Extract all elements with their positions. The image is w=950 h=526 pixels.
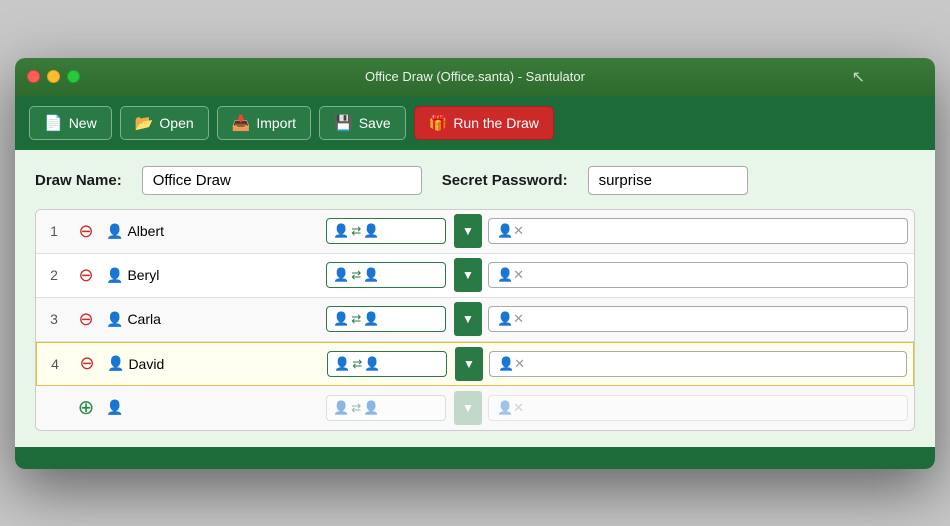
person-icon-2: 👤 xyxy=(106,267,123,284)
row-number-1: 1 xyxy=(36,223,72,239)
name-field-wrap-4: 👤 xyxy=(101,351,321,376)
new-button[interactable]: 📄 New xyxy=(29,106,112,140)
exclusion-dropdown-3[interactable]: ▼ xyxy=(454,302,482,336)
excl-person-left-4: 👤 xyxy=(334,356,350,372)
content-area: Draw Name: Secret Password: 1 ⊖ 👤 👤 ⇄ 👤 xyxy=(15,150,935,447)
minimize-button[interactable] xyxy=(47,70,60,83)
excl-person-left-3: 👤 xyxy=(333,311,349,327)
remove-button-3[interactable]: ⊖ xyxy=(72,305,100,333)
cursor-icon: ↖ xyxy=(852,67,865,87)
save-button[interactable]: 💾 Save xyxy=(319,106,406,140)
add-participant-button[interactable]: ⊕ xyxy=(72,394,100,422)
excl-person-right-4: 👤 xyxy=(364,356,380,372)
exclusion-dropdown-1[interactable]: ▼ xyxy=(454,214,482,248)
excl-arrow-1: ⇄ xyxy=(351,224,361,238)
add-participant-row: ⊕ 👤 👤 ⇄ 👤 ▼ 👤✕ xyxy=(36,386,914,430)
excl-x-icon-4: 👤✕ xyxy=(498,356,525,372)
exclusion-wrap-2: 👤 ⇄ 👤 xyxy=(326,262,446,288)
new-exclusion-detail: 👤✕ xyxy=(488,395,908,421)
exclusion-detail-1: 👤✕ xyxy=(488,218,908,244)
remove-button-4[interactable]: ⊖ xyxy=(73,350,101,378)
excl-arrow-2: ⇄ xyxy=(351,268,361,282)
import-label: Import xyxy=(256,115,296,131)
excl-x-icon-3: 👤✕ xyxy=(497,311,524,327)
save-label: Save xyxy=(359,115,391,131)
new-excl-arrow: ⇄ xyxy=(351,401,361,415)
draw-settings-row: Draw Name: Secret Password: xyxy=(35,166,915,195)
password-input[interactable] xyxy=(588,166,748,195)
draw-name-label: Draw Name: xyxy=(35,172,122,189)
open-label: Open xyxy=(159,115,193,131)
title-bar: Office Draw (Office.santa) - Santulator … xyxy=(15,58,935,96)
save-icon: 💾 xyxy=(334,114,353,132)
excl-arrow-3: ⇄ xyxy=(351,312,361,326)
draw-name-input[interactable] xyxy=(142,166,422,195)
toolbar: 📄 New 📂 Open 📥 Import 💾 Save 🎁 Run the D… xyxy=(15,96,935,150)
run-draw-label: Run the Draw xyxy=(453,115,539,131)
new-excl-person-left: 👤 xyxy=(333,400,349,416)
excl-person-right-3: 👤 xyxy=(363,311,379,327)
maximize-button[interactable] xyxy=(67,70,80,83)
name-field-wrap-2: 👤 xyxy=(100,263,320,288)
row-number-4: 4 xyxy=(37,356,73,372)
name-input-4[interactable] xyxy=(128,356,308,372)
ghost-person-icon: 👤 xyxy=(106,399,123,416)
exclusion-detail-3: 👤✕ xyxy=(488,306,908,332)
run-draw-button[interactable]: 🎁 Run the Draw xyxy=(414,106,554,140)
row-number-2: 2 xyxy=(36,267,72,283)
person-icon-4: 👤 xyxy=(107,355,124,372)
excl-arrow-4: ⇄ xyxy=(352,357,362,371)
excl-x-icon-1: 👤✕ xyxy=(497,223,524,239)
import-icon: 📥 xyxy=(232,114,251,132)
excl-person-left-2: 👤 xyxy=(333,267,349,283)
gift-icon: 🎁 xyxy=(429,114,448,132)
name-input-2[interactable] xyxy=(127,267,307,283)
exclusion-detail-4: 👤✕ xyxy=(489,351,907,377)
table-row: 1 ⊖ 👤 👤 ⇄ 👤 ▼ 👤✕ xyxy=(36,210,914,254)
status-bar xyxy=(15,447,935,469)
new-excl-person-right: 👤 xyxy=(363,400,379,416)
new-label: New xyxy=(69,115,97,131)
new-name-wrap: 👤 xyxy=(100,395,320,420)
excl-person-left-1: 👤 xyxy=(333,223,349,239)
window-title: Office Draw (Office.santa) - Santulator xyxy=(365,69,585,84)
main-window: Office Draw (Office.santa) - Santulator … xyxy=(15,58,935,469)
new-excl-x-icon: 👤✕ xyxy=(497,400,524,416)
name-input-1[interactable] xyxy=(127,223,307,239)
name-input-3[interactable] xyxy=(127,311,307,327)
table-row: 2 ⊖ 👤 👤 ⇄ 👤 ▼ 👤✕ xyxy=(36,254,914,298)
import-button[interactable]: 📥 Import xyxy=(217,106,311,140)
excl-person-right-2: 👤 xyxy=(363,267,379,283)
person-icon-3: 👤 xyxy=(106,311,123,328)
exclusion-dropdown-4[interactable]: ▼ xyxy=(455,347,483,381)
close-button[interactable] xyxy=(27,70,40,83)
exclusion-wrap-4: 👤 ⇄ 👤 xyxy=(327,351,447,377)
excl-x-icon-2: 👤✕ xyxy=(497,267,524,283)
traffic-lights xyxy=(27,70,80,83)
person-icon-1: 👤 xyxy=(106,223,123,240)
name-field-wrap-3: 👤 xyxy=(100,307,320,332)
new-name-input[interactable] xyxy=(127,400,307,416)
exclusion-wrap-3: 👤 ⇄ 👤 xyxy=(326,306,446,332)
remove-button-2[interactable]: ⊖ xyxy=(72,261,100,289)
excl-person-right-1: 👤 xyxy=(363,223,379,239)
table-row: 4 ⊖ 👤 👤 ⇄ 👤 ▼ 👤✕ xyxy=(36,342,914,386)
table-row: 3 ⊖ 👤 👤 ⇄ 👤 ▼ 👤✕ xyxy=(36,298,914,342)
new-exclusion-dropdown: ▼ xyxy=(454,391,482,425)
exclusion-detail-2: 👤✕ xyxy=(488,262,908,288)
new-exclusion-wrap: 👤 ⇄ 👤 xyxy=(326,395,446,421)
password-label: Secret Password: xyxy=(442,172,568,189)
remove-button-1[interactable]: ⊖ xyxy=(72,217,100,245)
exclusion-dropdown-2[interactable]: ▼ xyxy=(454,258,482,292)
name-field-wrap-1: 👤 xyxy=(100,219,320,244)
open-icon: 📂 xyxy=(135,114,154,132)
exclusion-wrap-1: 👤 ⇄ 👤 xyxy=(326,218,446,244)
participants-table: 1 ⊖ 👤 👤 ⇄ 👤 ▼ 👤✕ 2 ⊖ xyxy=(35,209,915,431)
new-icon: 📄 xyxy=(44,114,63,132)
row-number-3: 3 xyxy=(36,311,72,327)
open-button[interactable]: 📂 Open xyxy=(120,106,209,140)
